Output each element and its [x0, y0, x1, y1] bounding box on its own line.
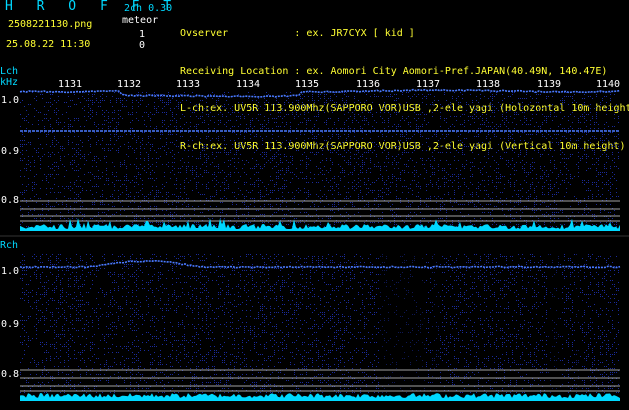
lch-freq-tick-1.0: 1.0 — [1, 95, 20, 106]
rch-label: Rch — [0, 240, 19, 251]
rch-signal-trace — [19, 259, 621, 269]
noise-field — [20, 254, 619, 393]
time-tick: 1136 — [356, 79, 381, 90]
rch-freq-tick-1.0: 1.0 — [1, 266, 20, 277]
lch-freq-tick-0.8: 0.8 — [1, 195, 20, 206]
time-tick: 1135 — [295, 79, 320, 90]
dark-band — [380, 254, 425, 394]
dark-band — [575, 254, 580, 394]
time-tick: 1132 — [117, 79, 142, 90]
time-tick: 1138 — [476, 79, 501, 90]
dark-band — [548, 254, 560, 394]
rch-spectrogram — [19, 254, 621, 401]
time-tick: 1137 — [416, 79, 441, 90]
lch-label: Lch — [0, 66, 19, 77]
noise-field — [20, 92, 619, 227]
dark-band — [432, 254, 440, 394]
rch-freq-tick-0.8: 0.8 — [1, 369, 20, 380]
lch-spectrogram — [19, 88, 621, 231]
lch-signal-trace — [19, 88, 621, 98]
khz-unit-label: kHz — [0, 77, 19, 88]
time-tick: 1140 — [596, 79, 621, 90]
time-tick: 1133 — [176, 79, 201, 90]
time-tick: 1134 — [236, 79, 261, 90]
rch-level-bar — [20, 393, 620, 401]
lch-freq-tick-0.9: 0.9 — [1, 146, 20, 157]
rch-freq-tick-0.9: 0.9 — [1, 319, 20, 330]
spectrogram-canvas — [0, 88, 629, 401]
time-tick: 1131 — [58, 79, 83, 90]
time-tick: 1139 — [537, 79, 562, 90]
